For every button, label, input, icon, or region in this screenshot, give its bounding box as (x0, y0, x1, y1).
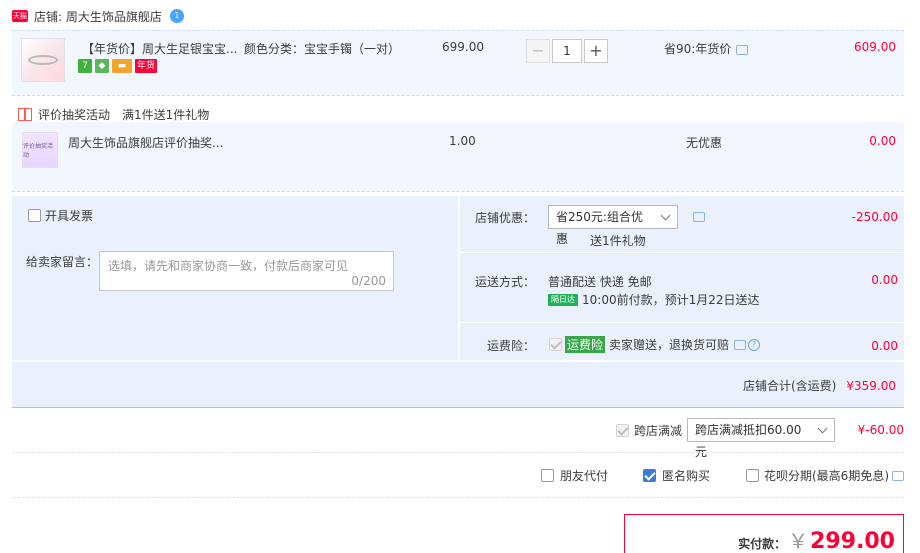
freight-insurance-option: 运费险 卖家赠送，退换货可赔 ? (549, 336, 761, 353)
store-total: 店铺合计(含运费) ¥359.00 (743, 377, 896, 394)
friend-pay-checkbox[interactable] (541, 469, 554, 482)
store-name[interactable]: 店铺: 周大生饰品旗舰店 (34, 8, 162, 25)
tmall-icon: 天猫 (12, 10, 28, 22)
order-item-row: 【年货价】周大生足银宝宝... 7 ◆ ▬ 年货 颜色分类：宝宝手镯（一对） 6… (12, 30, 904, 96)
payment-summary: 实付款： ￥ 299.00 (624, 514, 904, 553)
gift-discount: 无优惠 (686, 136, 723, 150)
cross-store-amount: ¥-60.00 (857, 423, 904, 437)
divider (460, 252, 904, 253)
service-shield-icon: ◆ (95, 59, 109, 73)
freight-insurance-tag: 运费险 (565, 336, 606, 353)
anonymous-label: 匿名购买 (662, 469, 711, 483)
payment-total: 实付款： ￥ 299.00 (738, 525, 895, 553)
help-icon[interactable]: ? (748, 338, 761, 351)
message-placeholder: 选填，请先和商家协商一致，付款后商家可见 (108, 259, 349, 273)
divider (460, 322, 904, 323)
store-discount-amount: -250.00 (851, 210, 898, 224)
bracelet-image (28, 55, 58, 65)
gift-total: 0.00 (869, 134, 896, 148)
cross-store-discount: 跨店满减 跨店满减抵扣60.00元 ¥-60.00 (616, 418, 904, 459)
seven-day-return-icon: 7 (78, 59, 92, 73)
gift-thumb-text: 评价抽奖活动 (23, 143, 54, 159)
shipping-eta-text: 10:00前付款，预计1月22日送达 (582, 293, 760, 307)
shipping-method: 普通配送 快递 免邮 (548, 275, 652, 289)
decrease-quantity-button[interactable]: − (526, 39, 550, 63)
store-total-label: 店铺合计(含运费) (743, 379, 837, 393)
store-total-amount: ¥359.00 (846, 378, 896, 393)
gift-thumbnail[interactable]: 评价抽奖活动 (22, 132, 58, 168)
discount-text: 省90:年货价 (664, 42, 732, 56)
sku-info: 颜色分类：宝宝手镯（一对） (244, 42, 401, 56)
payment-label: 实付款： (738, 537, 787, 551)
item-discount: 省90:年货价 (664, 40, 749, 57)
freight-insurance-chat-icon[interactable] (734, 339, 747, 350)
friend-pay-option[interactable]: 朋友代付 (541, 467, 608, 484)
discount-info-icon[interactable] (736, 44, 749, 55)
unit-price: 699.00 (442, 40, 484, 54)
store-discount-info-icon[interactable] (693, 212, 705, 222)
promo-rule: 满1件送1件礼物 (122, 108, 210, 122)
message-counter: 0/200 (351, 274, 386, 288)
seller-message-textarea[interactable]: 选填，请先和商家协商一致，付款后商家可见 0/200 (99, 251, 394, 291)
payment-amount: 299.00 (810, 529, 895, 553)
product-title-link[interactable]: 【年货价】周大生足银宝宝... (82, 40, 237, 57)
promo-header: 评价抽奖活动 满1件送1件礼物 (18, 106, 209, 123)
product-thumbnail[interactable] (21, 38, 65, 82)
freight-insurance-label: 运费险： (487, 339, 536, 353)
gift-price: 1.00 (449, 134, 476, 148)
gift-icon (18, 108, 32, 121)
invoice-label: 开具发票 (45, 209, 94, 223)
huabei-checkbox[interactable] (746, 469, 759, 482)
gift-item-row: 评价抽奖活动 周大生饰品旗舰店评价抽奖... 1.00 无优惠 0.00 (12, 122, 904, 192)
freight-insurance-text: 卖家赠送，退换货可赔 (609, 338, 730, 352)
divider (12, 497, 904, 498)
order-extras-left: 开具发票 给卖家留言： 选填，请先和商家协商一致，付款后商家可见 0/200 (12, 196, 458, 360)
message-label: 给卖家留言： (26, 255, 99, 269)
wangwang-chat-icon[interactable]: 1 (169, 9, 184, 23)
divider (12, 452, 904, 453)
new-year-goods-badge: 年货 (135, 59, 158, 73)
freight-insurance-checkbox (549, 338, 562, 351)
order-extras-right: 店铺优惠： 省250元:组合优惠 送1件礼物 -250.00 运送方式： 普通配… (460, 196, 904, 360)
quantity-input[interactable]: 1 (552, 39, 582, 63)
huabei-label: 花呗分期(最高6期免息) (764, 469, 889, 483)
cross-store-label: 跨店满减 (634, 423, 683, 438)
next-day-badge: 隔日达 (548, 293, 578, 306)
increase-quantity-button[interactable]: + (584, 39, 608, 63)
freight-insurance-amount: 0.00 (871, 339, 898, 353)
store-header: 天猫 店铺: 周大生饰品旗舰店 1 (12, 6, 184, 26)
quantity-stepper: − 1 + (526, 39, 608, 63)
huabei-info-icon[interactable] (892, 470, 904, 481)
cross-store-select[interactable]: 跨店满减抵扣60.00元 (687, 418, 836, 459)
gift-title-link[interactable]: 周大生饰品旗舰店评价抽奖... (68, 134, 223, 151)
invoice-checkbox[interactable] (28, 209, 41, 222)
shipping-eta: 隔日达 10:00前付款，预计1月22日送达 (548, 291, 760, 308)
store-gift-note: 送1件礼物 (590, 234, 646, 248)
store-discount-label: 店铺优惠： (475, 211, 536, 225)
currency-symbol: ￥ (788, 529, 809, 553)
cross-store-selected: 跨店满减抵扣60.00元 (695, 423, 802, 459)
credit-card-icon: ▬ (112, 59, 132, 73)
huabei-option[interactable]: 花呗分期(最高6期免息) (746, 467, 904, 484)
item-total: 609.00 (854, 40, 896, 54)
invoice-option[interactable]: 开具发票 (28, 207, 93, 224)
store-discount-select[interactable]: 省250元:组合优惠 (548, 205, 678, 246)
service-badges: 7 ◆ ▬ 年货 (78, 59, 158, 73)
shipping-label: 运送方式： (475, 275, 536, 289)
store-total-bar: 店铺合计(含运费) ¥359.00 (12, 362, 904, 408)
anonymous-checkbox[interactable] (643, 469, 656, 482)
promo-activity: 评价抽奖活动 (38, 108, 111, 122)
friend-pay-label: 朋友代付 (560, 469, 609, 483)
anonymous-option[interactable]: 匿名购买 (643, 467, 710, 484)
cross-store-checkbox (616, 423, 629, 437)
shipping-amount: 0.00 (871, 273, 898, 287)
